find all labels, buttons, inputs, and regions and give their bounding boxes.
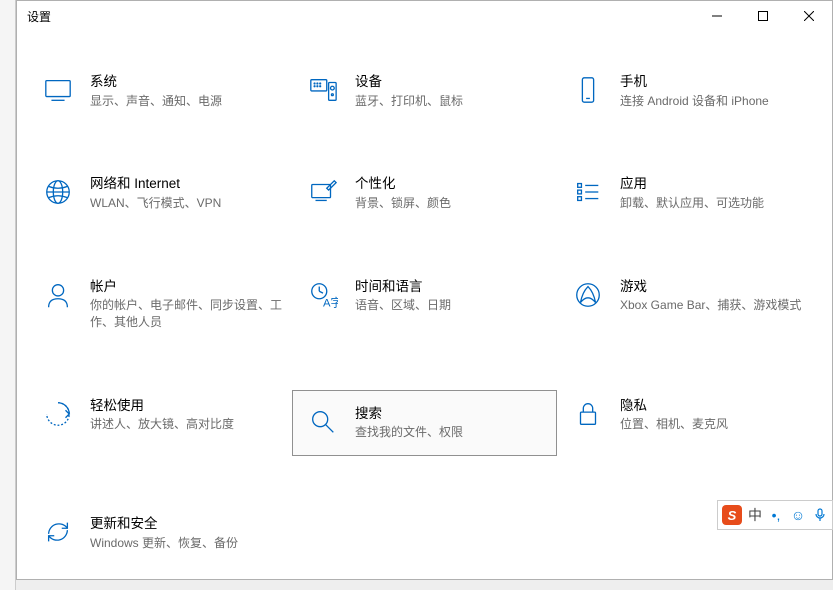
tile-title: 网络和 Internet [90, 175, 283, 193]
minimize-button[interactable] [694, 1, 740, 31]
tile-title: 隐私 [620, 397, 813, 415]
tile-title: 系统 [90, 73, 283, 91]
tile-gaming[interactable]: 游戏 Xbox Game Bar、捕获、游戏模式 [557, 271, 822, 338]
tile-sub: 蓝牙、打印机、鼠标 [355, 93, 548, 110]
ease-of-access-icon [36, 397, 80, 429]
privacy-icon [566, 397, 610, 429]
tile-time-language[interactable]: A字 时间和语言 语音、区域、日期 [292, 271, 557, 338]
tile-network[interactable]: 网络和 Internet WLAN、飞行模式、VPN [27, 168, 292, 218]
tile-title: 时间和语言 [355, 278, 548, 296]
search-icon [301, 405, 345, 437]
ime-mic-icon[interactable] [812, 507, 828, 523]
accounts-icon [36, 278, 80, 310]
tile-title: 游戏 [620, 278, 813, 296]
tile-sub: Windows 更新、恢复、备份 [90, 535, 283, 552]
tile-sub: 位置、相机、麦克风 [620, 416, 813, 433]
window-title: 设置 [27, 8, 51, 25]
tile-title: 搜索 [355, 405, 548, 423]
globe-icon [36, 175, 80, 207]
tile-sub: 背景、锁屏、颜色 [355, 195, 548, 212]
titlebar[interactable]: 设置 [17, 1, 832, 31]
settings-grid: 系统 显示、声音、通知、电源 设备 蓝牙、打印机、鼠标 手机 连接 Androi… [17, 31, 832, 569]
tile-sub: Xbox Game Bar、捕获、游戏模式 [620, 297, 813, 314]
tile-title: 设备 [355, 73, 548, 91]
tile-sub: 查找我的文件、权限 [355, 424, 548, 441]
svg-text:A字: A字 [323, 295, 338, 309]
tile-search[interactable]: 搜索 查找我的文件、权限 [292, 390, 557, 456]
tile-title: 手机 [620, 73, 813, 91]
personalization-icon [301, 175, 345, 207]
devices-icon [301, 73, 345, 105]
tile-title: 应用 [620, 175, 813, 193]
tile-devices[interactable]: 设备 蓝牙、打印机、鼠标 [292, 66, 557, 116]
ime-punct-icon[interactable]: •, [768, 507, 784, 523]
tile-privacy[interactable]: 隐私 位置、相机、麦克风 [557, 390, 822, 456]
ime-emoji-icon[interactable]: ☺ [790, 507, 806, 523]
tile-update-security[interactable]: 更新和安全 Windows 更新、恢复、备份 [27, 508, 292, 558]
gaming-icon [566, 278, 610, 310]
update-icon [36, 515, 80, 547]
tile-title: 更新和安全 [90, 515, 283, 533]
phone-icon [566, 73, 610, 105]
tile-phone[interactable]: 手机 连接 Android 设备和 iPhone [557, 66, 822, 116]
tile-title: 轻松使用 [90, 397, 283, 415]
tile-sub: 显示、声音、通知、电源 [90, 93, 283, 110]
tile-sub: 连接 Android 设备和 iPhone [620, 93, 813, 110]
maximize-button[interactable] [740, 1, 786, 31]
tile-sub: WLAN、飞行模式、VPN [90, 195, 283, 212]
background-window-edge [0, 0, 16, 590]
time-language-icon: A字 [301, 278, 345, 310]
tile-sub: 你的帐户、电子邮件、同步设置、工作、其他人员 [90, 297, 283, 331]
tile-apps[interactable]: 应用 卸载、默认应用、可选功能 [557, 168, 822, 218]
tile-system[interactable]: 系统 显示、声音、通知、电源 [27, 66, 292, 116]
apps-icon [566, 175, 610, 207]
tile-title: 帐户 [90, 278, 283, 296]
ime-logo-icon[interactable]: S [722, 505, 742, 525]
tile-sub: 语音、区域、日期 [355, 297, 548, 314]
tile-sub: 卸载、默认应用、可选功能 [620, 195, 813, 212]
ime-toolbar[interactable]: S 中 •, ☺ [717, 500, 833, 530]
ime-lang[interactable]: 中 [748, 505, 762, 525]
tile-ease-of-access[interactable]: 轻松使用 讲述人、放大镜、高对比度 [27, 390, 292, 456]
tile-personalization[interactable]: 个性化 背景、锁屏、颜色 [292, 168, 557, 218]
system-icon [36, 73, 80, 105]
close-button[interactable] [786, 1, 832, 31]
tile-title: 个性化 [355, 175, 548, 193]
tile-accounts[interactable]: 帐户 你的帐户、电子邮件、同步设置、工作、其他人员 [27, 271, 292, 338]
settings-window: 设置 系统 显示、声音、通知、电源 设备 [16, 0, 833, 580]
tile-sub: 讲述人、放大镜、高对比度 [90, 416, 283, 433]
